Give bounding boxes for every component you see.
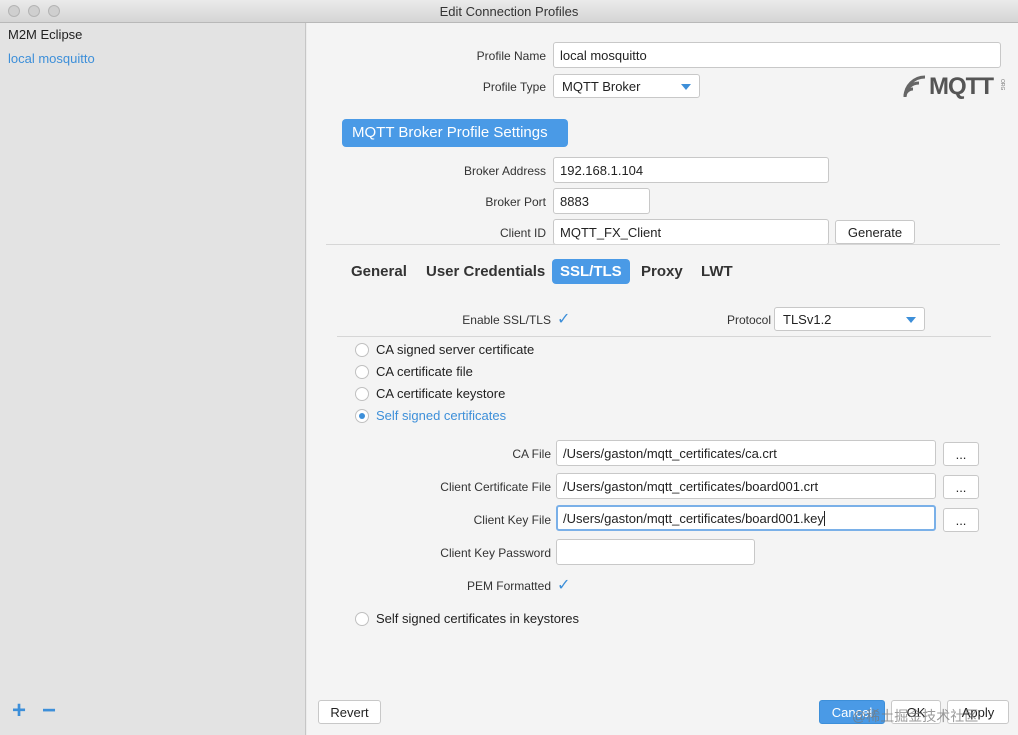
ca-file-input[interactable]: /Users/gaston/mqtt_certificates/ca.crt (556, 440, 936, 466)
divider (326, 244, 1000, 245)
option-label[interactable]: Self signed certificates (376, 408, 506, 423)
client-key-browse-button[interactable]: ... (943, 508, 979, 532)
mqtt-logo-suffix: ORG (999, 79, 1005, 91)
add-profile-button[interactable]: + (12, 699, 26, 723)
client-key-input[interactable]: /Users/gaston/mqtt_certificates/board001… (556, 505, 936, 531)
protocol-value: TLSv1.2 (783, 312, 832, 327)
mqtt-signal-icon (903, 75, 926, 98)
protocol-label: Protocol (726, 313, 771, 327)
radio-self-signed-keystores[interactable] (355, 612, 369, 626)
window-title: Edit Connection Profiles (439, 4, 579, 19)
option-label[interactable]: CA signed server certificate (376, 342, 534, 357)
broker-port-label: Broker Port (485, 195, 546, 209)
broker-address-label: Broker Address (463, 164, 546, 178)
tab-lwt[interactable]: LWT (701, 263, 733, 280)
remove-profile-button[interactable]: − (42, 699, 56, 723)
tab-proxy[interactable]: Proxy (641, 263, 683, 280)
broker-address-input[interactable]: 192.168.1.104 (553, 157, 829, 183)
mqtt-logo: MQTT ORG (903, 73, 1007, 100)
option-label[interactable]: Self signed certificates in keystores (376, 611, 579, 626)
title-bar: Edit Connection Profiles (0, 0, 1018, 23)
radio-self-signed-certificates[interactable] (355, 409, 369, 423)
dropdown-arrow-icon (681, 84, 691, 90)
pem-formatted-label: PEM Formatted (466, 579, 551, 593)
sidebar-item-m2m-eclipse[interactable]: M2M Eclipse (8, 27, 82, 42)
client-certificate-label: Client Certificate File (440, 480, 551, 494)
client-key-password-input[interactable] (556, 539, 755, 565)
protocol-select[interactable]: TLSv1.2 (774, 307, 925, 331)
enable-ssl-label: Enable SSL/TLS (462, 313, 551, 327)
broker-settings-header[interactable]: MQTT Broker Profile Settings (342, 119, 568, 147)
profile-type-select[interactable]: MQTT Broker (553, 74, 700, 98)
ca-file-browse-button[interactable]: ... (943, 442, 979, 466)
profile-name-input[interactable]: local mosquitto (553, 42, 1001, 68)
ca-file-label: CA File (512, 447, 551, 461)
profile-type-label: Profile Type (482, 80, 546, 94)
profile-type-value: MQTT Broker (562, 79, 641, 94)
profile-editor: Profile Name local mosquitto Profile Typ… (307, 23, 1018, 735)
divider (337, 336, 991, 337)
option-label[interactable]: CA certificate keystore (376, 386, 505, 401)
tab-ssl-tls[interactable]: SSL/TLS (552, 259, 630, 284)
tab-general[interactable]: General (351, 263, 407, 280)
broker-port-input[interactable]: 8883 (553, 188, 650, 214)
check-icon: ✓ (557, 311, 571, 328)
generate-button[interactable]: Generate (835, 220, 915, 244)
option-label[interactable]: CA certificate file (376, 364, 473, 379)
text-caret (823, 511, 825, 526)
client-id-input[interactable]: MQTT_FX_Client (553, 219, 829, 245)
client-certificate-input[interactable]: /Users/gaston/mqtt_certificates/board001… (556, 473, 936, 499)
client-key-label: Client Key File (473, 513, 551, 527)
client-key-value: /Users/gaston/mqtt_certificates/board001… (563, 511, 824, 526)
pem-formatted-checkbox[interactable]: ✓ (557, 575, 570, 595)
sidebar-item-local-mosquitto[interactable]: local mosquitto (8, 51, 95, 66)
enable-ssl-checkbox[interactable]: ✓ (557, 309, 570, 329)
dropdown-arrow-icon (906, 317, 916, 323)
profile-name-label: Profile Name (476, 49, 546, 63)
profile-sidebar: M2M Eclipse local mosquitto + − (0, 23, 306, 735)
radio-ca-certificate-keystore[interactable] (355, 387, 369, 401)
mqtt-logo-text: MQTT (929, 73, 994, 100)
watermark: @稀土掘金技术社区 (852, 708, 979, 724)
check-icon: ✓ (557, 577, 571, 594)
client-id-label: Client ID (499, 226, 546, 240)
revert-button[interactable]: Revert (318, 700, 381, 724)
radio-ca-certificate-file[interactable] (355, 365, 369, 379)
client-certificate-browse-button[interactable]: ... (943, 475, 979, 499)
tab-user-credentials[interactable]: User Credentials (426, 263, 545, 280)
client-key-password-label: Client Key Password (440, 546, 551, 560)
radio-ca-signed-server-cert[interactable] (355, 343, 369, 357)
